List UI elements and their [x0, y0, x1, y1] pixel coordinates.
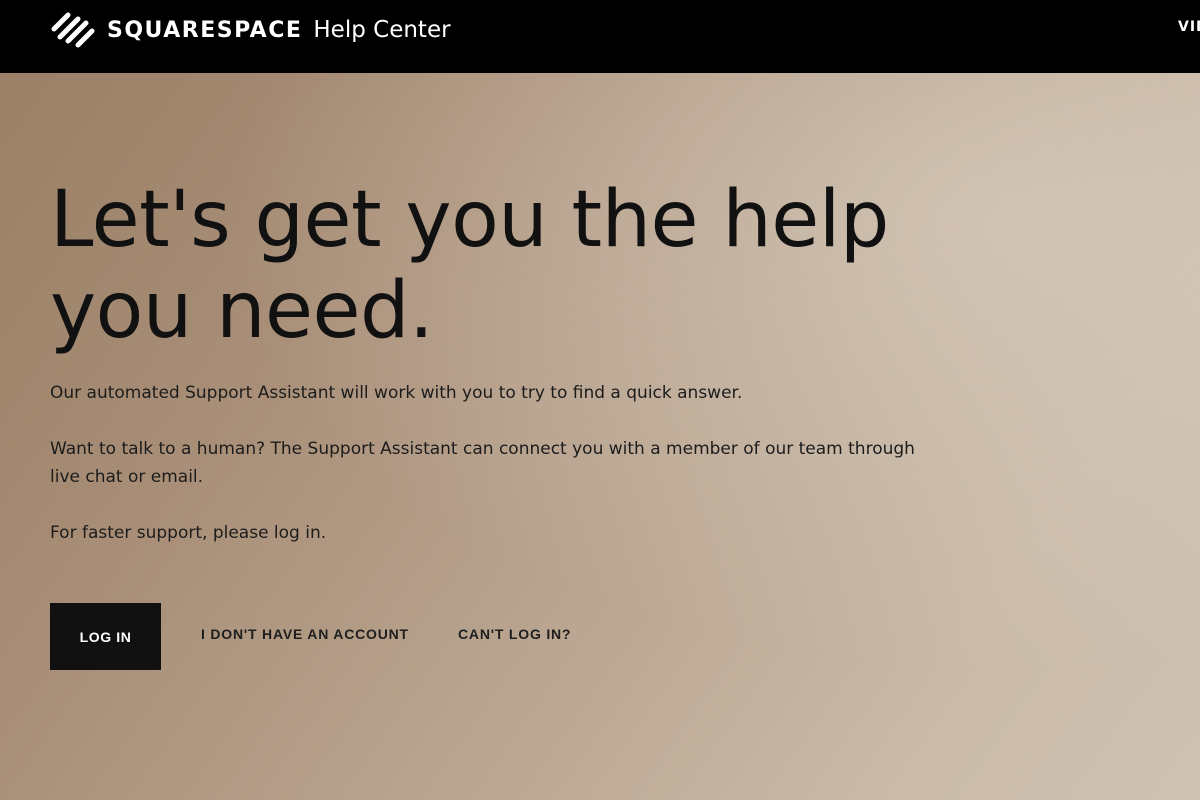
brand-wordmark: SQUARESPACE: [107, 17, 303, 43]
login-hint-paragraph: For faster support, please log in.: [50, 523, 327, 543]
nav-link-videos[interactable]: VIDEOS: [1178, 19, 1200, 35]
no-account-link[interactable]: I DON'T HAVE AN ACCOUNT: [201, 626, 409, 642]
squarespace-logo-icon: [51, 12, 95, 48]
intro-paragraph: Our automated Support Assistant will wor…: [50, 383, 743, 403]
cant-log-in-link[interactable]: CAN'T LOG IN?: [458, 626, 571, 642]
page-headline: Let's get you the help you need.: [50, 175, 889, 356]
cropped-image-edge: [1193, 494, 1200, 522]
brand-home-link[interactable]: SQUARESPACE Help Center: [49, 10, 451, 50]
log-in-button[interactable]: LOG IN: [50, 603, 161, 670]
top-navigation-bar: SQUARESPACE Help Center VIDEOS: [0, 0, 1200, 73]
human-support-paragraph: Want to talk to a human? The Support Ass…: [50, 439, 915, 487]
help-center-title: Help Center: [313, 17, 451, 43]
